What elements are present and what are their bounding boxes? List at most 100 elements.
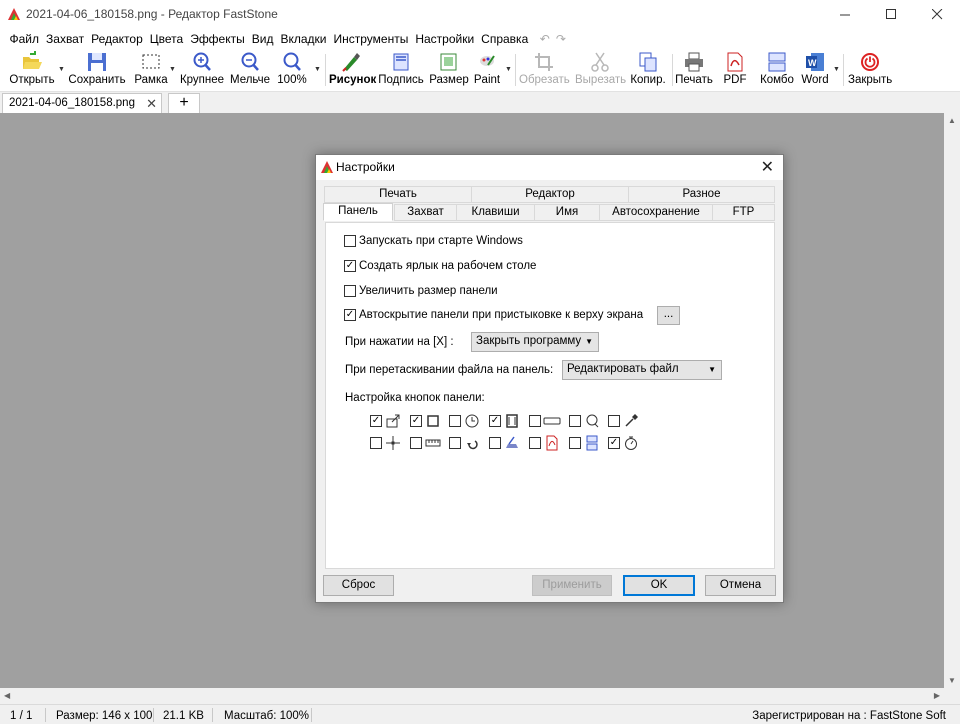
- ok-button[interactable]: OK: [623, 575, 695, 596]
- zoom-100-button[interactable]: 100%: [276, 50, 308, 90]
- close-app-label: Закрыть: [848, 74, 893, 86]
- combo-button[interactable]: Комбо: [758, 50, 796, 90]
- panel-crosshair-checkbox[interactable]: [370, 437, 382, 449]
- checkbox-box[interactable]: [344, 235, 356, 247]
- caption-label: Подпись: [378, 74, 424, 86]
- dialog-close-icon[interactable]: ✕: [761, 157, 774, 177]
- menu-settings[interactable]: Настройки: [412, 32, 478, 46]
- bigger-panel-checkbox[interactable]: Увеличить размер панели: [344, 285, 498, 297]
- menu-effects[interactable]: Эффекты: [187, 32, 249, 46]
- checkbox-box[interactable]: ✓: [344, 309, 356, 321]
- combo-label: Комбо: [760, 74, 794, 86]
- startup-checkbox[interactable]: Запускать при старте Windows: [344, 235, 523, 247]
- menu-tools[interactable]: Инструменты: [330, 32, 412, 46]
- tab-close-icon[interactable]: ✕: [146, 96, 157, 112]
- word-dropdown-arrow-icon[interactable]: ▼: [833, 66, 840, 73]
- status-zoom: Масштаб: 100%: [224, 710, 310, 722]
- scroll-up-arrow-icon[interactable]: ▲: [948, 116, 956, 125]
- horizontal-scrollbar[interactable]: ◀ ▶: [0, 688, 944, 704]
- scroll-left-arrow-icon[interactable]: ◀: [4, 691, 10, 700]
- crop-label: Обрезать: [519, 74, 570, 86]
- toolbar-separator: [843, 54, 844, 86]
- panel-open-icon: [386, 414, 400, 428]
- checkbox-box[interactable]: ✓: [344, 260, 356, 272]
- paint-button[interactable]: Paint: [473, 50, 501, 90]
- print-button[interactable]: Печать: [675, 50, 713, 90]
- crop-button[interactable]: Обрезать: [519, 50, 570, 90]
- paint-dropdown-arrow-icon[interactable]: ▼: [505, 66, 512, 73]
- word-button[interactable]: W Word: [800, 50, 830, 90]
- panel-combo-checkbox[interactable]: [569, 437, 581, 449]
- resize-button[interactable]: Размер: [429, 50, 469, 90]
- menu-view[interactable]: Вид: [248, 32, 277, 46]
- resize-icon: [440, 53, 457, 71]
- close-app-button[interactable]: Закрыть: [848, 50, 892, 90]
- copy-button[interactable]: Копир.: [629, 50, 667, 90]
- redo-icon[interactable]: ↷: [556, 32, 566, 46]
- menu-tabs[interactable]: Вкладки: [277, 32, 330, 46]
- panel-ruler-checkbox[interactable]: [410, 437, 422, 449]
- document-tab-bar: 2021-04-06_180158.png ✕ +: [0, 91, 960, 114]
- menu-colors[interactable]: Цвета: [146, 32, 186, 46]
- tab-capture[interactable]: Захват: [394, 204, 457, 221]
- maximize-button[interactable]: [868, 0, 914, 29]
- frame-button[interactable]: Рамка: [134, 50, 168, 90]
- undo-icon[interactable]: ↶: [540, 32, 550, 46]
- menu-editor[interactable]: Редактор: [88, 32, 147, 46]
- on-x-select[interactable]: Закрыть программу ▼: [471, 332, 599, 352]
- reset-button[interactable]: Сброс: [323, 575, 394, 596]
- desktop-shortcut-checkbox[interactable]: ✓ Создать ярлык на рабочем столе: [344, 260, 536, 272]
- panel-pdf-checkbox[interactable]: [529, 437, 541, 449]
- apply-button[interactable]: Применить: [532, 575, 612, 596]
- zoom-out-button[interactable]: Мельче: [230, 50, 270, 90]
- panel-rect-capture-icon: [427, 415, 439, 427]
- panel-frame-checkbox[interactable]: ✓: [410, 415, 422, 427]
- minimize-icon: [839, 14, 850, 16]
- window-close-button[interactable]: [914, 0, 960, 29]
- panel-undo-checkbox[interactable]: [449, 437, 461, 449]
- pdf-button[interactable]: PDF: [720, 50, 750, 90]
- on-x-value: Закрыть программу: [476, 335, 582, 347]
- caption-button[interactable]: Подпись: [378, 50, 424, 90]
- autohide-checkbox[interactable]: ✓ Автоскрытие панели при пристыковке к в…: [344, 309, 643, 321]
- open-button[interactable]: Открыть: [8, 50, 56, 90]
- menu-file[interactable]: Файл: [6, 32, 43, 46]
- cancel-button[interactable]: Отмена: [705, 575, 776, 596]
- open-dropdown-arrow-icon[interactable]: ▼: [58, 66, 65, 73]
- panel-scanner-checkbox[interactable]: [489, 437, 501, 449]
- panel-timer-checkbox[interactable]: [449, 415, 461, 427]
- vertical-scrollbar[interactable]: ▲ ▼: [944, 113, 960, 704]
- panel-film-checkbox[interactable]: ✓: [489, 415, 501, 427]
- document-tab[interactable]: 2021-04-06_180158.png ✕: [2, 93, 162, 114]
- menu-capture[interactable]: Захват: [43, 32, 88, 46]
- new-tab-button[interactable]: +: [168, 93, 200, 114]
- tab-autosave[interactable]: Автосохранение: [599, 204, 713, 221]
- scroll-right-arrow-icon[interactable]: ▶: [934, 691, 940, 700]
- autohide-more-button[interactable]: ...: [657, 306, 680, 325]
- save-button[interactable]: Сохранить: [68, 50, 126, 90]
- tab-panel[interactable]: Панель: [323, 203, 393, 221]
- tab-name[interactable]: Имя: [534, 204, 600, 221]
- draw-button[interactable]: Рисунок: [329, 50, 376, 90]
- drag-file-select[interactable]: Редактировать файл ▼: [562, 360, 722, 380]
- frame-dropdown-arrow-icon[interactable]: ▼: [169, 66, 176, 73]
- cut-button[interactable]: Вырезать: [575, 50, 626, 90]
- panel-window-checkbox[interactable]: [529, 415, 541, 427]
- scroll-down-arrow-icon[interactable]: ▼: [948, 676, 956, 685]
- tab-print[interactable]: Печать: [324, 186, 472, 203]
- tab-hotkeys[interactable]: Клавиши: [456, 204, 535, 221]
- panel-pdf-icon: [546, 435, 558, 451]
- panel-picker-checkbox[interactable]: [608, 415, 620, 427]
- panel-lasso-checkbox[interactable]: [569, 415, 581, 427]
- tab-editor[interactable]: Редактор: [471, 186, 629, 203]
- minimize-button[interactable]: [822, 0, 868, 29]
- zoom-dropdown-arrow-icon[interactable]: ▼: [314, 66, 321, 73]
- checkbox-box[interactable]: [344, 285, 356, 297]
- zoom-in-button[interactable]: Крупнее: [178, 50, 226, 90]
- panel-stopwatch-checkbox[interactable]: ✓: [608, 437, 620, 449]
- drag-file-value: Редактировать файл: [567, 363, 679, 375]
- panel-open-checkbox[interactable]: ✓: [370, 415, 382, 427]
- menu-help[interactable]: Справка: [478, 32, 532, 46]
- tab-misc[interactable]: Разное: [628, 186, 775, 203]
- tab-ftp[interactable]: FTP: [712, 204, 775, 221]
